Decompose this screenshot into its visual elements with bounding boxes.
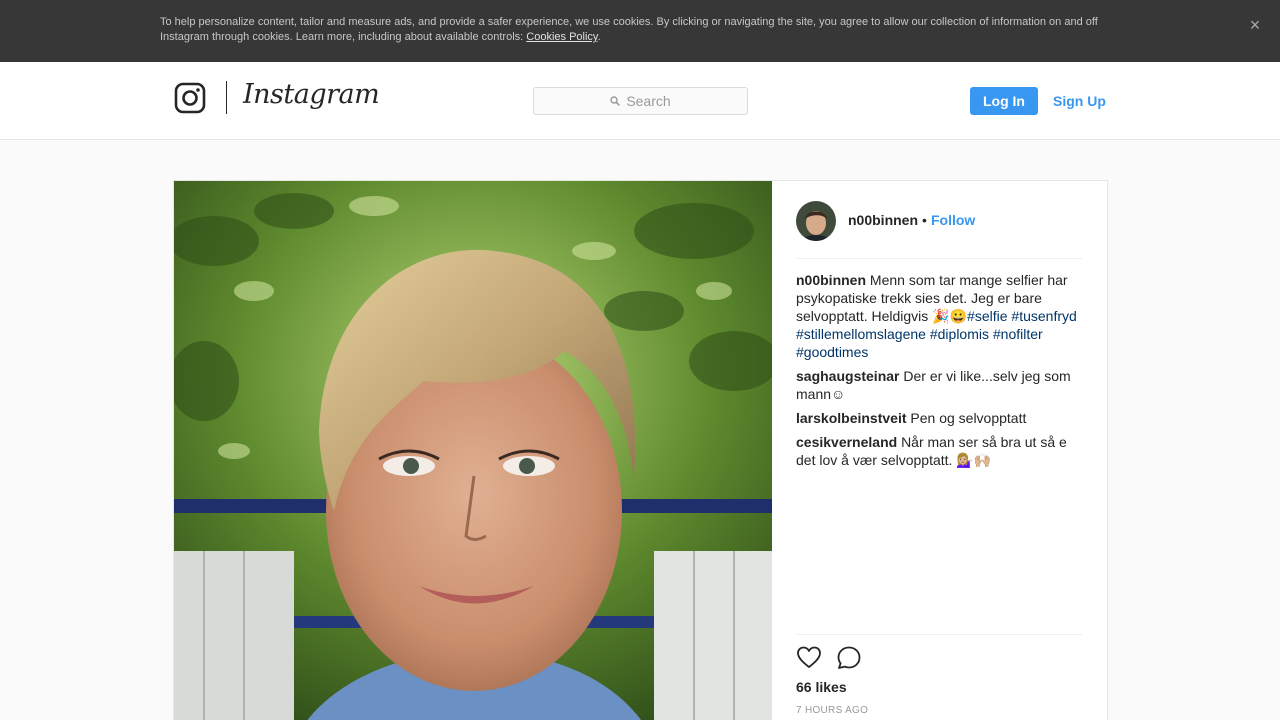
login-button[interactable]: Log In — [970, 87, 1038, 115]
cookie-message: To help personalize content, tailor and … — [160, 16, 1098, 43]
signup-link[interactable]: Sign Up — [1053, 87, 1106, 115]
avatar[interactable] — [796, 201, 836, 241]
comment-text: Pen og selvopptatt — [910, 410, 1027, 426]
follow-button[interactable]: Follow — [931, 212, 975, 228]
comment-username[interactable]: saghaugsteinar — [796, 368, 899, 384]
comments-list: n00binnen Menn som tar mange selfier har… — [796, 271, 1082, 475]
cookie-text: To help personalize content, tailor and … — [160, 16, 1098, 43]
top-nav: Instagram Search Log In Sign Up — [0, 62, 1280, 140]
comment-item: larskolbeinstveit Pen og selvopptatt — [796, 409, 1082, 427]
logo-divider — [226, 81, 227, 114]
cookie-banner: To help personalize content, tailor and … — [0, 0, 1280, 62]
selfie-photo — [174, 181, 772, 720]
separator-dot: • — [922, 212, 927, 228]
likes-count[interactable]: 66 likes — [796, 679, 847, 695]
instagram-camera-icon[interactable] — [174, 82, 206, 114]
post-sidebar: n00binnen • Follow n00binnen Menn som ta… — [772, 181, 1109, 720]
comment-username[interactable]: larskolbeinstveit — [796, 410, 907, 426]
search-icon — [610, 96, 621, 106]
close-icon[interactable]: × — [1246, 16, 1264, 34]
caption-username[interactable]: n00binnen — [796, 272, 866, 288]
comment-item: saghaugsteinar Der er vi like...selv jeg… — [796, 367, 1082, 403]
post-actions: 66 likes 7 HOURS AGO — [796, 634, 1082, 716]
post-timestamp[interactable]: 7 HOURS AGO — [796, 705, 868, 716]
search-placeholder: Search — [626, 93, 671, 109]
hashtag-link[interactable]: #goodtimes — [796, 344, 868, 360]
comment-bubble-icon[interactable] — [836, 645, 862, 671]
hashtag-link[interactable]: #stillemellomslagene — [796, 326, 926, 342]
post-username[interactable]: n00binnen — [848, 212, 918, 228]
instagram-wordmark[interactable]: Instagram — [243, 79, 380, 110]
post-photo[interactable] — [174, 181, 772, 720]
post-card: n00binnen • Follow n00binnen Menn som ta… — [173, 180, 1108, 720]
hashtag-link[interactable]: #tusenfryd — [1011, 308, 1076, 324]
caption: n00binnen Menn som tar mange selfier har… — [796, 271, 1082, 361]
comment-username[interactable]: cesikverneland — [796, 434, 897, 450]
heart-icon[interactable] — [796, 645, 822, 671]
hashtag-link[interactable]: #selfie — [967, 308, 1007, 324]
post-header: n00binnen • Follow — [796, 201, 1082, 259]
avatar-image — [796, 201, 836, 241]
hashtag-link[interactable]: #diplomis — [930, 326, 989, 342]
hashtag-link[interactable]: #nofilter — [993, 326, 1043, 342]
comment-item: cesikverneland Når man ser så bra ut så … — [796, 433, 1082, 469]
cookies-policy-link[interactable]: Cookies Policy — [526, 31, 597, 43]
search-input[interactable]: Search — [533, 87, 748, 115]
